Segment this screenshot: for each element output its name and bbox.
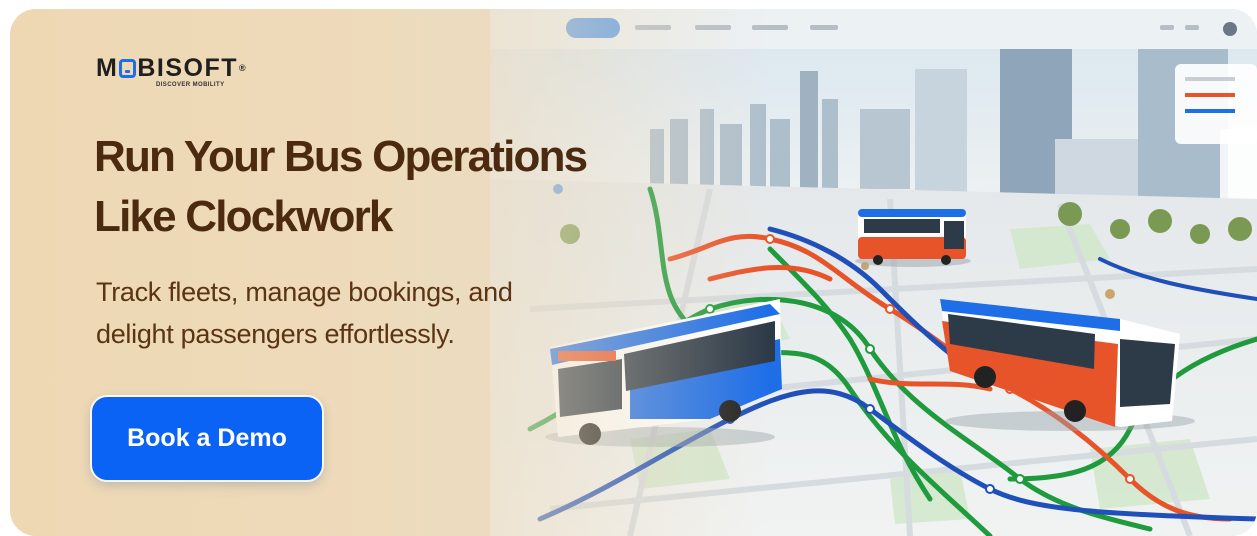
headline-line-1: Run Your Bus Operations [94,132,588,181]
brand-logo[interactable]: M BISOFT ® DISCOVER MOBILITY [96,55,247,88]
bus-icon [119,58,137,78]
registered-mark: ® [239,63,248,73]
bus-icon [855,209,971,267]
brand-name-prefix: M [96,54,119,82]
book-demo-button[interactable]: Book a Demo [92,397,322,480]
subtext-line-2: delight passengers effortlessly. [96,319,455,349]
hero-subtext: Track fleets, manage bookings, and delig… [96,271,656,355]
promo-banner: M BISOFT ® DISCOVER MOBILITY Run Your Bu… [10,9,1257,536]
brand-wordmark: M BISOFT ® [96,55,247,81]
brand-name-suffix: BISOFT [137,54,238,82]
brand-tagline: DISCOVER MOBILITY [156,82,225,88]
subtext-line-1: Track fleets, manage bookings, and [96,277,513,307]
hero-headline: Run Your Bus Operations Like Clockwork [94,127,734,247]
headline-line-2: Like Clockwork [94,192,393,241]
